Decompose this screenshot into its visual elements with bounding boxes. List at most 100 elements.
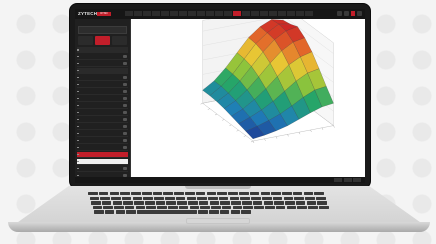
keyboard-key: [209, 201, 220, 205]
menu-tab[interactable]: [215, 11, 223, 16]
status-indicator: [343, 178, 352, 182]
toggle-icon[interactable]: [123, 166, 127, 170]
keyboard-key: [211, 205, 221, 210]
sidebar-action-button[interactable]: [95, 36, 110, 45]
menu-tab[interactable]: [287, 11, 295, 16]
user-icon[interactable]: [344, 11, 349, 16]
3d-surface-plot[interactable]: [131, 9, 365, 177]
toggle-icon[interactable]: [123, 90, 127, 94]
keyboard-key: [137, 210, 198, 214]
keyboard-key: [286, 205, 297, 210]
sidebar-item[interactable]: [77, 110, 128, 117]
toggle-icon[interactable]: [123, 62, 127, 66]
toggle-icon[interactable]: [123, 83, 127, 87]
keyboard-key: [314, 192, 324, 196]
menu-tab[interactable]: [152, 11, 160, 16]
menu-tab[interactable]: [143, 11, 151, 16]
keyboard-key: [132, 196, 143, 200]
menu-tab[interactable]: [260, 11, 268, 16]
toggle-icon[interactable]: [123, 132, 127, 135]
sidebar-item[interactable]: [77, 67, 128, 75]
keyboard-key: [174, 192, 184, 196]
keyboard-key: [135, 205, 146, 210]
keyboard-key: [217, 192, 227, 196]
menu-tab[interactable]: [305, 11, 313, 16]
menu-tab[interactable]: [242, 11, 250, 16]
bullet-icon: [77, 174, 79, 177]
toggle-icon[interactable]: [123, 118, 127, 122]
sidebar-item[interactable]: [77, 166, 128, 173]
sidebar-item[interactable]: [77, 96, 128, 103]
toggle-icon[interactable]: [123, 104, 127, 108]
sidebar-action-button[interactable]: [112, 36, 127, 45]
menu-tab[interactable]: [125, 11, 133, 16]
sidebar-item[interactable]: [77, 145, 128, 152]
toggle-icon[interactable]: [123, 97, 127, 101]
sidebar-item[interactable]: [77, 124, 128, 131]
toggle-icon[interactable]: [123, 145, 127, 149]
menu-tab[interactable]: [161, 11, 169, 16]
menu-tab[interactable]: [251, 11, 259, 16]
menu-tab[interactable]: [134, 11, 142, 16]
keyboard-key: [283, 196, 294, 200]
keyboard-key: [241, 210, 252, 214]
sidebar-item[interactable]: [77, 61, 128, 68]
primary-action-button[interactable]: [351, 11, 355, 16]
sidebar-action-button[interactable]: [78, 36, 93, 45]
sidebar-search-input[interactable]: [78, 26, 127, 34]
menu-tab[interactable]: [278, 11, 286, 16]
toggle-icon[interactable]: [123, 111, 127, 115]
keyboard-key: [188, 201, 198, 205]
keyboard-key: [141, 192, 152, 196]
sidebar-item[interactable]: [77, 151, 128, 159]
axis-tick: [229, 124, 232, 126]
sidebar-item[interactable]: [77, 47, 128, 54]
brand-logo: ZYTECH: [78, 11, 98, 16]
sidebar-item[interactable]: [77, 82, 128, 89]
bullet-icon: [77, 69, 79, 72]
keyboard-key: [155, 201, 166, 205]
sidebar-header: [75, 19, 130, 24]
axis-tick: [275, 136, 278, 139]
toggle-icon[interactable]: [123, 125, 127, 129]
toggle-icon[interactable]: [123, 138, 127, 142]
sidebar-item[interactable]: [77, 103, 128, 110]
menu-tab[interactable]: [179, 11, 187, 16]
sidebar-item[interactable]: [77, 54, 128, 61]
keyboard-key: [134, 201, 144, 205]
menu-tab[interactable]: [170, 11, 178, 16]
keyboard-key: [232, 205, 243, 210]
menu-tab[interactable]: [188, 11, 196, 16]
keyboard-key: [157, 205, 167, 210]
keyboard-key: [111, 196, 121, 200]
keyboard-key: [238, 192, 249, 196]
keyboard-key: [254, 205, 264, 210]
menu-tab[interactable]: [197, 11, 205, 16]
bullet-icon: [77, 132, 79, 135]
keyboard-key: [164, 196, 175, 200]
axis-tick: [243, 135, 246, 137]
menu-tab[interactable]: [269, 11, 277, 16]
notification-icon[interactable]: [337, 11, 342, 16]
bullet-icon: [77, 90, 79, 93]
sidebar-item[interactable]: [77, 75, 128, 82]
bullet-icon: [77, 153, 79, 156]
keyboard-key: [208, 196, 218, 200]
toggle-icon[interactable]: [123, 76, 127, 80]
menu-tab[interactable]: [206, 11, 214, 16]
sidebar-item[interactable]: [77, 131, 128, 138]
window-control-icon[interactable]: [357, 11, 362, 16]
status-indicators: [334, 178, 361, 182]
menu-tab[interactable]: [224, 11, 232, 16]
sidebar-item[interactable]: [77, 89, 128, 96]
sidebar-item[interactable]: [77, 117, 128, 124]
menu-tab[interactable]: [296, 11, 304, 16]
menu-tab[interactable]: [233, 11, 241, 16]
status-indicator: [334, 178, 342, 182]
keyboard-key: [91, 201, 101, 205]
bullet-icon: [77, 160, 79, 163]
sidebar-item[interactable]: [77, 138, 128, 145]
sidebar-item[interactable]: [77, 158, 128, 166]
toggle-icon[interactable]: [123, 55, 127, 59]
bullet-icon: [77, 139, 79, 142]
